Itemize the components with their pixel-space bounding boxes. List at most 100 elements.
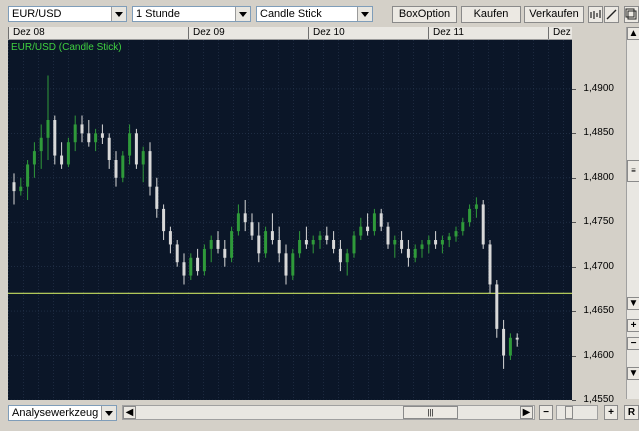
candle-body <box>400 240 404 249</box>
candle-body <box>461 222 465 232</box>
time-separator <box>188 27 189 39</box>
candle-body <box>155 186 159 209</box>
candle-body <box>216 240 220 249</box>
candle-body <box>19 186 23 192</box>
candle-body <box>100 133 104 138</box>
candle-body <box>46 120 50 138</box>
candle-body <box>223 248 227 258</box>
time-separator <box>308 27 309 39</box>
box-option-button[interactable]: BoxOption <box>392 6 457 23</box>
price-tick <box>572 133 576 135</box>
scroll-left-icon[interactable]: ◀ <box>123 406 136 419</box>
candle-body <box>345 253 349 263</box>
time-label: Dez 09 <box>193 27 225 38</box>
chevron-down-icon[interactable] <box>111 7 126 21</box>
candle-body <box>304 240 308 245</box>
horizontal-scrollbar[interactable]: ◀ ||| ▶ <box>122 405 535 420</box>
zoom-out-button[interactable]: − <box>539 405 553 420</box>
candle-body <box>53 120 57 156</box>
candle-body <box>352 235 356 254</box>
candle-body <box>148 151 152 187</box>
symbol-select[interactable]: EUR/USD <box>8 6 127 22</box>
vertical-zoom-in-button[interactable]: + <box>627 319 639 332</box>
candle-body <box>386 226 390 245</box>
candle-body <box>502 328 506 356</box>
time-label: Dez 11 <box>433 27 464 38</box>
time-axis: Dez 08 Dez 09 Dez 10 Dez 11 Dez <box>8 27 572 40</box>
vertical-zoom-out-button[interactable]: − <box>627 337 639 350</box>
zoom-slider-thumb[interactable] <box>565 406 573 419</box>
time-label: Dez 10 <box>313 27 345 38</box>
price-axis: 1,4900 1,4850 1,4800 1,4750 1,4700 1,4650 1,46… <box>572 40 624 405</box>
price-chart[interactable]: EUR/USD (Candle Stick) <box>8 40 572 401</box>
candle-body <box>379 213 383 227</box>
candle-body <box>447 236 451 240</box>
vertical-scrollbar[interactable]: ▲ ≡ ▼ + − ▼ <box>626 27 639 399</box>
candle-body <box>175 244 179 263</box>
candle-body <box>468 208 472 223</box>
bar-chart-icon[interactable] <box>588 6 603 23</box>
candle-body <box>114 160 118 178</box>
candle-body <box>12 182 16 192</box>
price-label: 1,4750 <box>583 216 614 228</box>
time-separator <box>428 27 429 39</box>
candle-body <box>291 253 295 276</box>
candle-body <box>406 248 410 258</box>
candle-body <box>434 240 438 245</box>
sell-button[interactable]: Verkaufen <box>524 6 584 23</box>
candle-body <box>80 124 84 134</box>
draw-line-icon[interactable] <box>604 6 619 23</box>
candle-body <box>128 133 132 156</box>
reset-button[interactable]: R <box>624 405 639 420</box>
chart-type-select[interactable]: Candle Stick <box>256 6 373 22</box>
vertical-scroll-thumb[interactable]: ≡ <box>627 160 639 182</box>
chart-canvas: EUR/USD (Candle Stick) <box>8 40 572 401</box>
candle-body <box>366 226 370 232</box>
candle-body <box>325 235 329 240</box>
candle-body <box>508 337 512 356</box>
candle-body <box>427 240 431 245</box>
scroll-up-icon[interactable]: ▲ <box>627 27 639 40</box>
zoom-slider[interactable] <box>556 405 598 420</box>
candle-body <box>284 253 288 276</box>
candle-body <box>495 284 499 329</box>
time-label: Dez 08 <box>13 27 45 38</box>
price-label: 1,4800 <box>583 171 614 183</box>
zoom-in-button[interactable]: + <box>604 405 618 420</box>
candle-body <box>338 248 342 263</box>
candle-body <box>359 226 363 236</box>
symbol-value: EUR/USD <box>12 8 62 20</box>
candle-body <box>168 231 172 245</box>
price-label: 1,4900 <box>583 82 614 94</box>
horizontal-scroll-thumb[interactable]: ||| <box>403 406 458 419</box>
price-tick <box>572 177 576 179</box>
price-tick <box>572 266 576 268</box>
buy-button[interactable]: Kaufen <box>461 6 521 23</box>
scroll-down-icon[interactable]: ▼ <box>627 297 639 310</box>
candle-body <box>264 231 268 254</box>
price-label: 1,4700 <box>583 260 614 272</box>
chevron-down-icon[interactable] <box>235 7 250 21</box>
analysis-tool-select[interactable]: Analysewerkzeug <box>8 405 117 421</box>
candle-body <box>257 235 261 254</box>
candle-body <box>270 231 274 240</box>
detach-window-icon[interactable] <box>624 6 639 23</box>
candle-body <box>515 337 519 340</box>
candle-body <box>60 155 64 165</box>
chevron-down-icon[interactable] <box>101 406 116 420</box>
candle-body <box>488 244 492 285</box>
candle-body <box>189 257 193 276</box>
price-tick <box>572 400 576 401</box>
chevron-down-icon[interactable] <box>357 7 372 21</box>
candle-body <box>32 151 36 165</box>
candle-body <box>134 133 138 165</box>
scroll-down-icon[interactable]: ▼ <box>627 367 639 380</box>
interval-select[interactable]: 1 Stunde <box>132 6 251 22</box>
candle-body <box>318 235 322 240</box>
candle-body <box>440 240 444 245</box>
candle-body <box>298 240 302 254</box>
scroll-right-icon[interactable]: ▶ <box>520 406 533 419</box>
candle-body <box>243 213 247 223</box>
analysis-tool-value: Analysewerkzeug <box>12 407 99 419</box>
candle-body <box>420 244 424 249</box>
